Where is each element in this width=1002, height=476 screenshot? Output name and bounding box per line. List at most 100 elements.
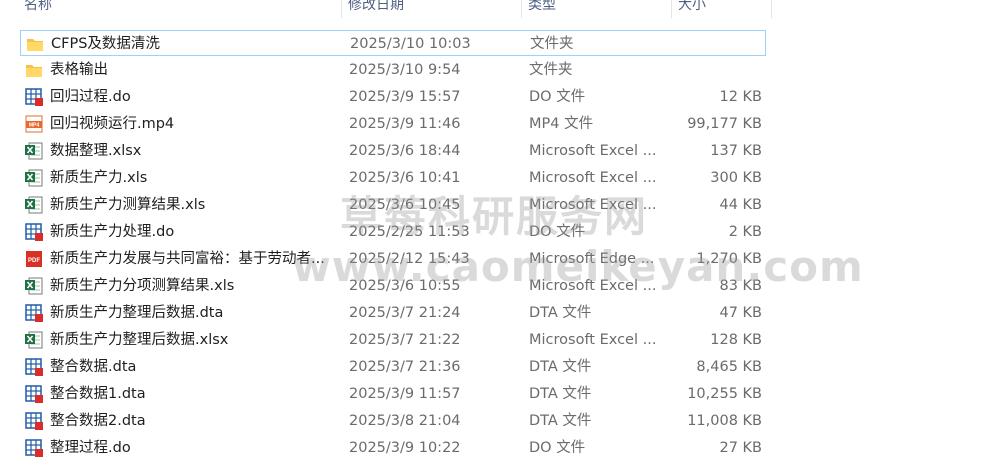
file-type: DTA 文件: [529, 305, 592, 321]
file-modified-date: 2025/3/6 18:44: [349, 143, 461, 159]
file-name: 新质生产力处理.do: [50, 224, 175, 240]
file-type: 文件夹: [530, 36, 574, 52]
folder-icon: [25, 61, 43, 79]
excel-file-icon: [25, 142, 43, 160]
file-row[interactable]: 回归过程.do 2025/3/9 15:57 DO 文件 12 KB: [20, 84, 766, 110]
pdf-file-icon: PDF: [25, 250, 43, 268]
file-row[interactable]: 新质生产力.xls 2025/3/6 10:41 Microsoft Excel .…: [20, 165, 766, 191]
file-type: DTA 文件: [529, 413, 592, 429]
file-size: 8,465 KB: [696, 359, 762, 375]
file-modified-date: 2025/3/9 11:46: [349, 116, 461, 132]
column-header-type[interactable]: 类型: [522, 0, 672, 18]
file-size: 83 KB: [719, 278, 762, 294]
file-modified-date: 2025/2/12 15:43: [349, 251, 470, 267]
file-row[interactable]: 新质生产力分项测算结果.xls 2025/3/6 10:55 Microsoft E…: [20, 273, 766, 299]
file-modified-date: 2025/3/6 10:45: [349, 197, 461, 213]
file-type: Microsoft Excel ...: [529, 143, 657, 159]
file-row[interactable]: 整合数据2.dta 2025/3/8 21:04 DTA 文件 11,008 KB: [20, 408, 766, 434]
excel-file-icon: [25, 196, 43, 214]
file-row[interactable]: 新质生产力处理.do 2025/2/25 11:53 DO 文件 2 KB: [20, 219, 766, 245]
file-modified-date: 2025/3/10 10:03: [350, 36, 471, 52]
file-name: 新质生产力整理后数据.xlsx: [50, 332, 229, 348]
file-row[interactable]: 新质生产力整理后数据.dta 2025/3/7 21:24 DTA 文件 47 KB: [20, 300, 766, 326]
stata-file-icon: [25, 439, 43, 457]
file-name: 回归过程.do: [50, 89, 131, 105]
stata-file-icon: [25, 412, 43, 430]
file-size: 11,008 KB: [687, 413, 762, 429]
file-row[interactable]: 新质生产力测算结果.xls 2025/3/6 10:45 Microsoft Exc…: [20, 192, 766, 218]
file-name: 新质生产力整理后数据.dta: [50, 305, 224, 321]
file-size: 1,270 KB: [696, 251, 762, 267]
file-type: DTA 文件: [529, 386, 592, 402]
file-type: DO 文件: [529, 89, 586, 105]
excel-file-icon: [25, 277, 43, 295]
svg-text:MP4: MP4: [29, 123, 40, 129]
file-list-view: 名称 修改日期 类型 大小 CFPS及数据清洗 2025/3/10 10:03 文件…: [0, 0, 1002, 476]
file-row[interactable]: 整理过程.do 2025/3/9 10:22 DO 文件 27 KB: [20, 435, 766, 461]
file-size: 10,255 KB: [687, 386, 762, 402]
file-type: MP4 文件: [529, 116, 594, 132]
file-row[interactable]: MP4 回归视频运行.mp4 2025/3/9 11:46 MP4 文件 99,177 …: [20, 111, 766, 137]
file-size: [661, 31, 763, 57]
file-row[interactable]: 表格输出 2025/3/10 9:54 文件夹: [20, 57, 766, 83]
file-type: DO 文件: [529, 224, 586, 240]
file-size: 300 KB: [710, 170, 762, 186]
column-header-date[interactable]: 修改日期: [342, 0, 522, 18]
file-modified-date: 2025/3/9 15:57: [349, 89, 461, 105]
file-modified-date: 2025/2/25 11:53: [349, 224, 470, 240]
column-header-row: 名称 修改日期 类型 大小: [0, 0, 772, 22]
file-size: [660, 57, 762, 83]
file-size: 44 KB: [719, 197, 762, 213]
file-name: 新质生产力测算结果.xls: [50, 197, 206, 213]
stata-file-icon: [25, 304, 43, 322]
file-modified-date: 2025/3/8 21:04: [349, 413, 461, 429]
file-row[interactable]: 整合数据1.dta 2025/3/9 11:57 DTA 文件 10,255 KB: [20, 381, 766, 407]
file-name: 新质生产力发展与共同富裕：基于劳动者...: [50, 251, 325, 267]
file-size: 47 KB: [719, 305, 762, 321]
file-name: 回归视频运行.mp4: [50, 116, 175, 132]
file-type: Microsoft Edge ...: [529, 251, 655, 267]
file-row[interactable]: CFPS及数据清洗 2025/3/10 10:03 文件夹: [20, 30, 766, 56]
mp4-file-icon: MP4: [25, 115, 43, 133]
file-type: Microsoft Excel ...: [529, 332, 657, 348]
file-modified-date: 2025/3/9 11:57: [349, 386, 461, 402]
file-size: 12 KB: [719, 89, 762, 105]
file-name: 表格输出: [50, 62, 108, 78]
file-name: 整合数据2.dta: [50, 413, 146, 429]
file-modified-date: 2025/3/6 10:55: [349, 278, 461, 294]
file-size: 99,177 KB: [687, 116, 762, 132]
file-row[interactable]: 新质生产力整理后数据.xlsx 2025/3/7 21:22 Microsoft E…: [20, 327, 766, 353]
column-header-size[interactable]: 大小: [672, 0, 772, 18]
file-row[interactable]: 数据整理.xlsx 2025/3/6 18:44 Microsoft Excel .…: [20, 138, 766, 164]
stata-file-icon: [25, 385, 43, 403]
file-name: 新质生产力.xls: [50, 170, 148, 186]
file-type: DO 文件: [529, 440, 586, 456]
file-size: 27 KB: [719, 440, 762, 456]
file-type: 文件夹: [529, 62, 573, 78]
file-name: CFPS及数据清洗: [51, 36, 160, 52]
file-modified-date: 2025/3/6 10:41: [349, 170, 461, 186]
file-modified-date: 2025/3/9 10:22: [349, 440, 461, 456]
svg-text:PDF: PDF: [28, 258, 40, 264]
excel-file-icon: [25, 331, 43, 349]
folder-icon: [26, 35, 44, 53]
column-header-name[interactable]: 名称: [18, 0, 342, 18]
stata-file-icon: [25, 88, 43, 106]
file-type: Microsoft Excel ...: [529, 278, 657, 294]
file-row[interactable]: 整合数据.dta 2025/3/7 21:36 DTA 文件 8,465 KB: [20, 354, 766, 380]
file-type: Microsoft Excel ...: [529, 170, 657, 186]
file-size: 128 KB: [710, 332, 762, 348]
file-row[interactable]: PDF 新质生产力发展与共同富裕：基于劳动者... 2025/2/12 15:43 M…: [20, 246, 766, 272]
file-modified-date: 2025/3/7 21:22: [349, 332, 461, 348]
file-size: 2 KB: [728, 224, 762, 240]
file-type: DTA 文件: [529, 359, 592, 375]
file-name: 数据整理.xlsx: [50, 143, 142, 159]
file-modified-date: 2025/3/7 21:36: [349, 359, 461, 375]
excel-file-icon: [25, 169, 43, 187]
file-name: 整合数据.dta: [50, 359, 137, 375]
stata-file-icon: [25, 223, 43, 241]
file-name: 整合数据1.dta: [50, 386, 146, 402]
file-type: Microsoft Excel ...: [529, 197, 657, 213]
file-modified-date: 2025/3/10 9:54: [349, 62, 461, 78]
stata-file-icon: [25, 358, 43, 376]
